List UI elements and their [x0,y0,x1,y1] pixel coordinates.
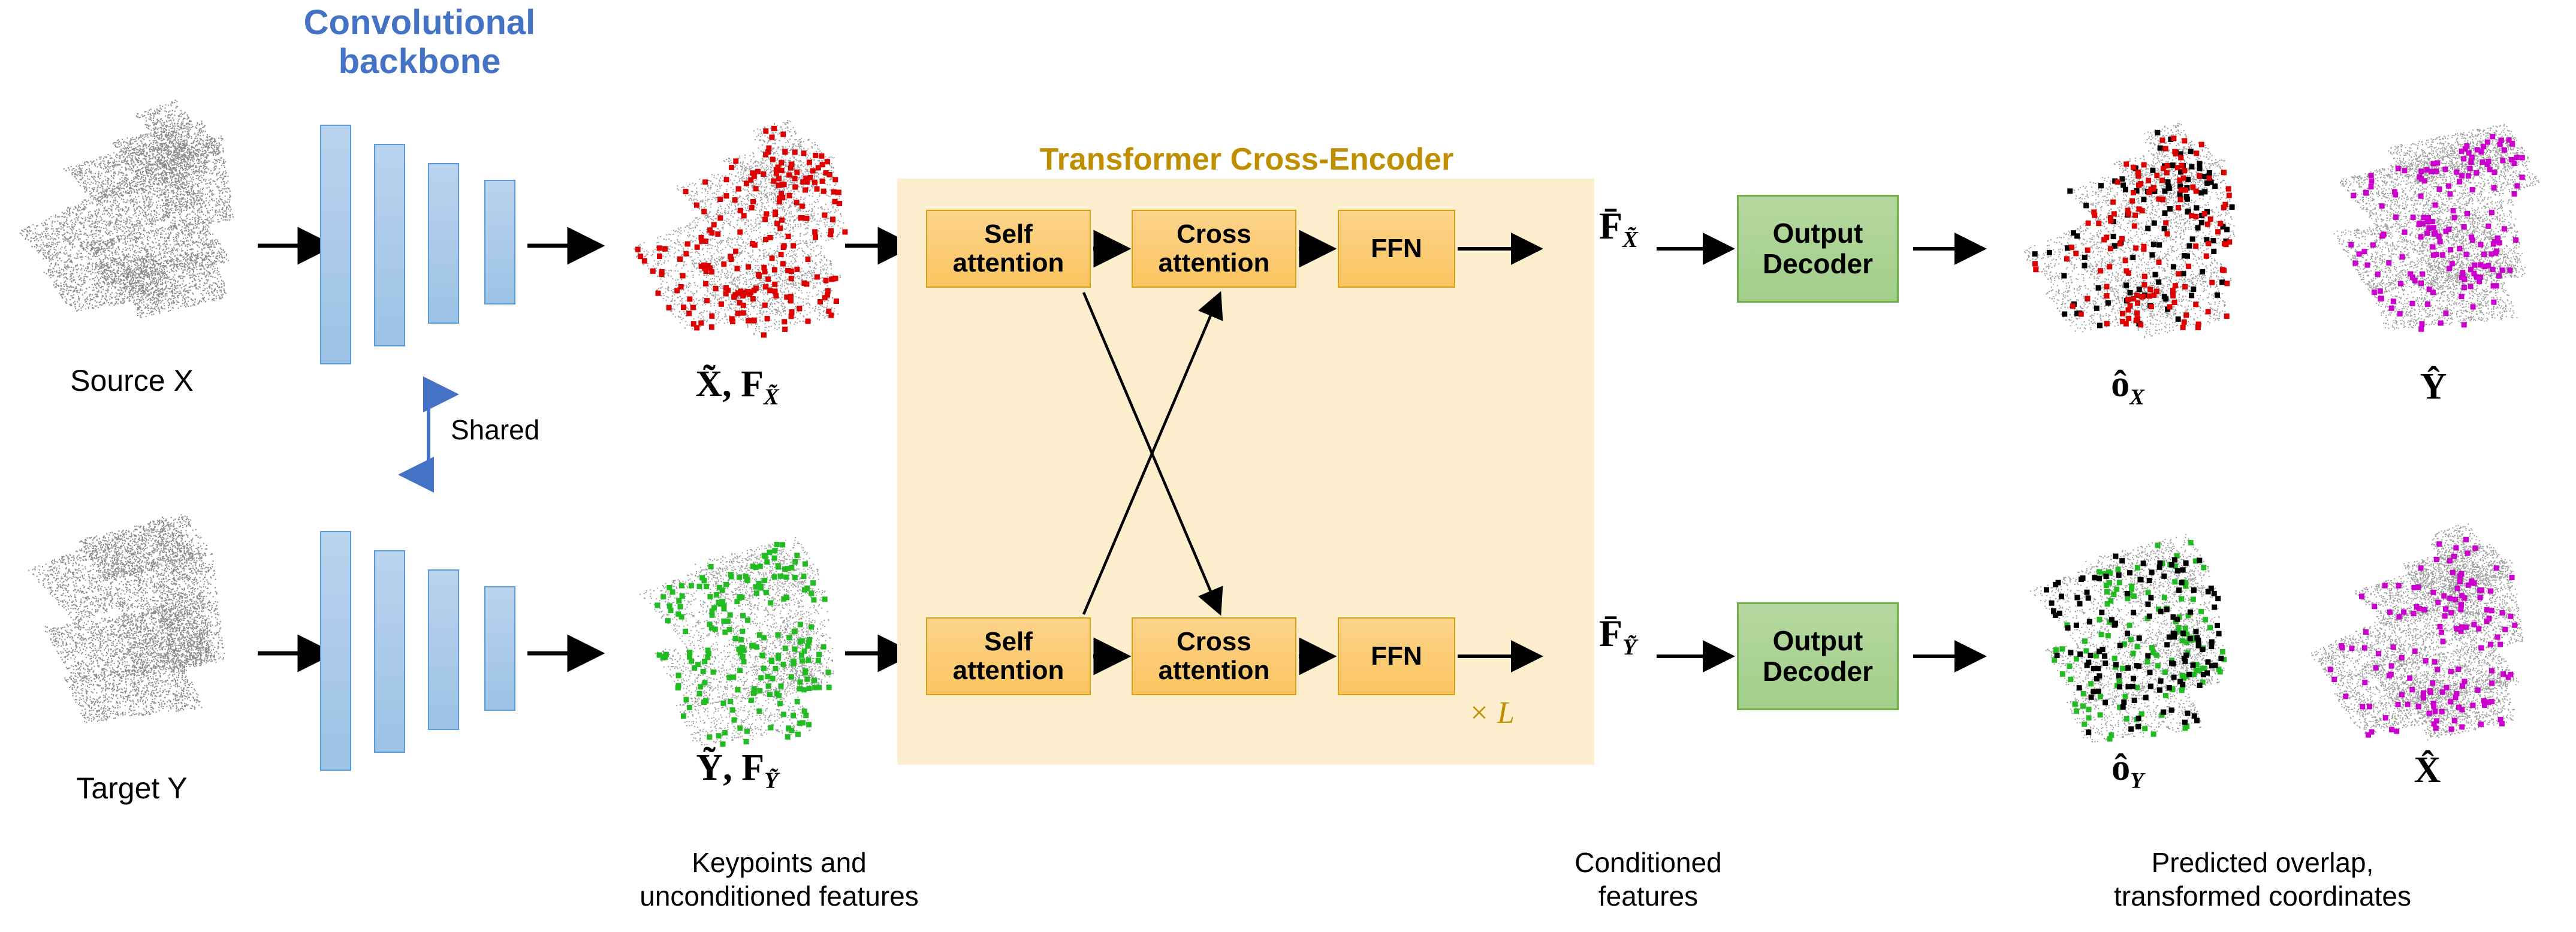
ffn-bottom-label: FFN [1371,642,1422,671]
keypoints-source-sub: X̃ [764,384,779,409]
arrow-ffn-to-features-top [1458,233,1543,265]
source-point-cloud [6,90,258,342]
arrow-decoder-to-output-bottom [1913,640,1987,672]
keypoints-target-svg [640,537,834,747]
transformed-coords-bottom-label: X̂ [2296,743,2559,797]
overlap-bottom-math: ôY [2112,747,2144,794]
conditioned-bottom-sub: Ỹ [1622,635,1636,660]
overlap-top-svg [2024,123,2235,339]
caption-keypoints: Keypoints and unconditioned features [485,812,1073,913]
predicted-overlap-bottom-label: ôY [2008,743,2248,797]
source-cloud-svg [19,99,234,318]
backbone-bar-top-1 [320,125,351,364]
conditioned-features-top: F̄X̃ [1599,204,1638,253]
transformed-coords-bottom-cloud [2296,512,2559,752]
ffn-bottom[interactable]: FFN [1338,617,1455,695]
cross-attention-bottom[interactable]: Cross attention [1132,617,1296,695]
overlap-top-math: ôX [2111,363,2144,410]
coords-bottom-math: X̂ [2414,749,2441,792]
output-decoder-bottom[interactable]: Output Decoder [1737,602,1899,710]
shared-label: Shared [451,414,539,446]
keypoints-target-math: Ỹ, FỸ [696,747,778,794]
predicted-overlap-top-cloud [2008,111,2248,351]
keypoints-source-math: X̃, FX̃ [695,363,779,410]
coords-top-svg [2333,123,2539,332]
backbone-bar-bottom-4 [484,586,515,711]
ffn-top-label: FFN [1371,234,1422,263]
keypoints-target-cloud [617,521,857,749]
backbone-title: Convolutional backbone [252,3,587,82]
source-label-text: Source X [70,363,194,398]
conditioned-features-bottom: F̄Ỹ [1599,611,1637,660]
arrow-features-to-decoder-top [1657,233,1735,265]
cross-encoder-title: Transformer Cross-Encoder [896,141,1597,177]
arrow-backbone-to-keypoints-bottom [527,634,605,672]
shared-label-text: Shared [451,414,539,445]
transformed-coords-top-label: Ŷ [2301,360,2565,414]
output-decoder-bottom-label: Output Decoder [1763,626,1873,686]
conditioned-top-math: F̄ [1599,204,1622,247]
arrow-cross-to-ffn-top [1299,230,1337,268]
target-label-text: Target Y [76,771,187,806]
conditioned-bottom-math: F̄ [1599,612,1622,654]
caption-predicted: Predicted overlap, transformed coordinat… [1960,812,2565,913]
shared-double-arrow [398,376,459,493]
target-point-cloud [6,497,258,749]
target-cloud-svg [28,514,225,723]
repeat-count-text: × L [1468,696,1515,730]
predicted-overlap-top-label: ôX [2008,360,2248,414]
overlap-top-sub: X [2129,385,2144,409]
conditioned-top-sub: X̃ [1622,227,1638,252]
keypoints-source-label: X̃, FX̃ [617,360,857,414]
arrow-features-to-decoder-bottom [1657,640,1735,672]
backbone-bar-top-4 [484,180,515,304]
caption-conditioned-text: Conditioned features [1574,847,1722,912]
keypoints-target-sub: Ỹ [764,768,778,793]
self-attention-bottom[interactable]: Self attention [926,617,1091,695]
cross-attention-top[interactable]: Cross attention [1132,210,1296,288]
overlap-bottom-svg [2030,534,2227,743]
caption-predicted-text: Predicted overlap, transformed coordinat… [2114,847,2411,912]
arrow-decoder-to-output-top [1913,233,1987,265]
backbone-bar-top-2 [374,144,405,346]
keypoints-source-cloud [617,108,857,348]
backbone-bar-bottom-3 [428,569,459,730]
ffn-top[interactable]: FFN [1338,210,1455,288]
output-decoder-top-label: Output Decoder [1763,218,1873,279]
keypoints-source-svg [634,120,848,338]
transformed-coords-top-cloud [2301,102,2565,354]
self-attention-top-label: Self attention [953,220,1064,277]
coords-bottom-svg [2310,523,2523,741]
overlap-bottom-sub: Y [2130,768,2144,793]
backbone-bar-top-3 [428,163,459,324]
arrow-cross-to-ffn-bottom [1299,637,1337,675]
cross-connection-arrows [1082,291,1223,616]
predicted-overlap-bottom-cloud [2008,518,2248,752]
repeat-count-label: × L [1468,695,1515,731]
self-attention-bottom-label: Self attention [953,628,1064,684]
caption-keypoints-text: Keypoints and unconditioned features [640,847,918,912]
arrow-self-to-cross-bottom [1093,637,1132,675]
source-label: Source X [6,360,258,402]
output-decoder-top[interactable]: Output Decoder [1737,195,1899,303]
target-label: Target Y [6,767,258,809]
cross-attention-top-label: Cross attention [1159,220,1270,277]
backbone-bar-bottom-2 [374,550,405,753]
arrow-self-to-cross-top [1093,230,1132,268]
arrow-backbone-to-keypoints-top [527,227,605,265]
backbone-bar-bottom-1 [320,531,351,771]
keypoints-target-label: Ỹ, FỸ [617,743,857,797]
self-attention-top[interactable]: Self attention [926,210,1091,288]
coords-top-math: Ŷ [2420,366,2447,408]
cross-attention-bottom-label: Cross attention [1159,628,1270,684]
caption-conditioned: Conditioned features [1414,812,1882,913]
arrow-ffn-to-features-bottom [1458,640,1543,672]
